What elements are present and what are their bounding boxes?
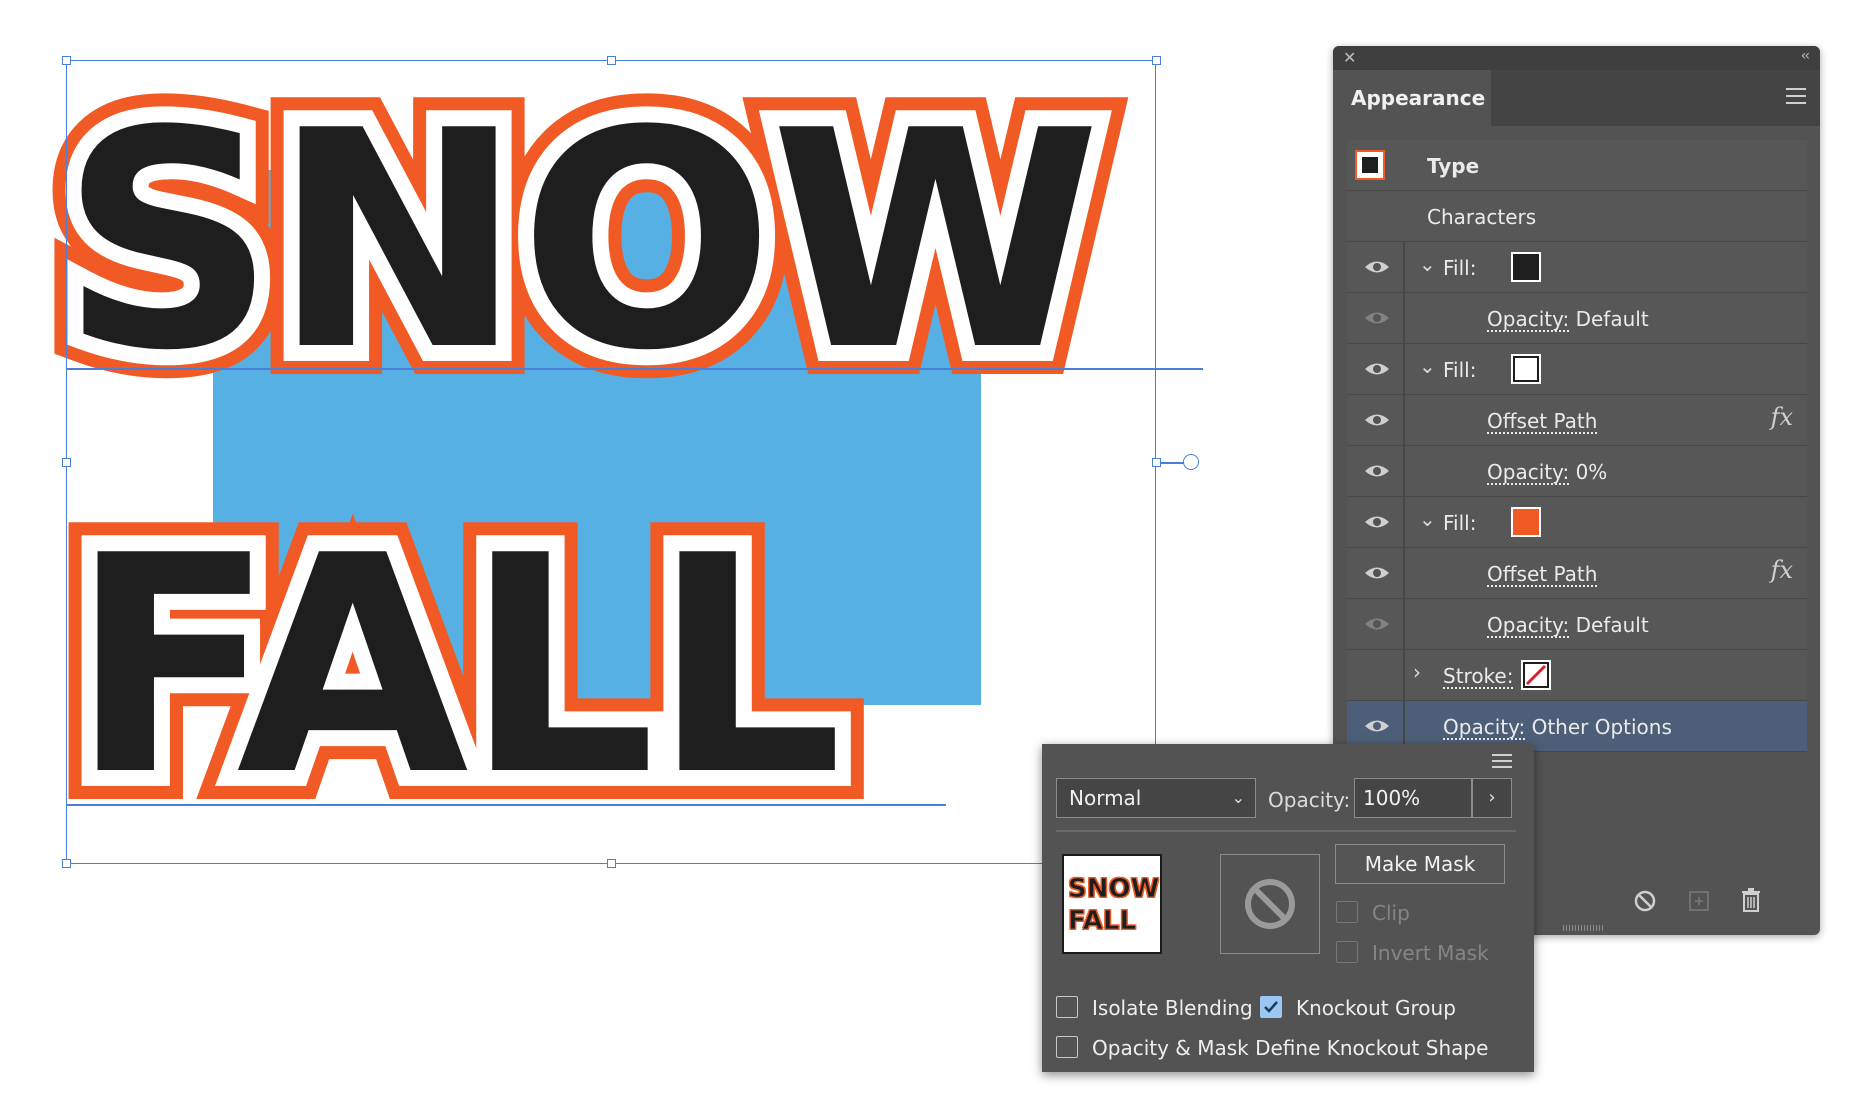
row-stroke[interactable]: › Stroke: [1347,650,1807,701]
type-thumbnail-icon [1355,150,1385,180]
isolate-blending-checkbox[interactable] [1056,996,1078,1018]
type-threads-out-port[interactable] [1183,454,1199,470]
tab-appearance[interactable]: Appearance [1333,70,1491,126]
transparency-popup-panel: Normal ⌄ Opacity: 100% › SNOW FALL Make … [1042,744,1534,1072]
clip-label: Clip [1372,901,1410,925]
chevron-down-icon[interactable]: ⌄ [1419,252,1436,276]
row-fill-black[interactable]: ⌄ Fill: [1347,242,1807,293]
row-offset-path-1[interactable]: Offset Path fx [1347,395,1807,446]
row-opacity-zero[interactable]: Opacity: 0% [1347,446,1807,497]
resize-handle-bottom-center[interactable] [607,859,616,868]
opacity-mask-thumbnail[interactable] [1220,854,1320,954]
panel-resize-grip[interactable] [1563,925,1603,931]
row-type[interactable]: Type [1347,140,1807,191]
offset-path-link[interactable]: Offset Path [1487,562,1597,586]
artwork-thumbnail[interactable]: SNOW FALL [1062,854,1162,954]
row-label: Fill: [1443,511,1477,535]
visibility-eye-icon[interactable] [1355,356,1399,382]
invert-mask-checkbox[interactable] [1336,941,1358,963]
appearance-attribute-list: Type Characters ⌄ Fill: Opacity: Default… [1347,140,1807,752]
selection-bounding-box [66,60,1156,864]
no-mask-icon [1245,879,1295,929]
delete-item-icon[interactable] [1739,887,1763,913]
resize-handle-middle-left[interactable] [62,458,71,467]
chevron-right-icon[interactable]: › [1413,660,1421,684]
row-opacity-default-2[interactable]: Opacity: Default [1347,599,1807,650]
collapse-panel-icon[interactable]: ‹‹ [1801,48,1810,64]
knockout-group-label: Knockout Group [1296,996,1456,1020]
row-label: Fill: [1443,358,1477,382]
resize-handle-top-right[interactable] [1152,56,1161,65]
resize-handle-top-left[interactable] [62,56,71,65]
knockout-group-checkbox[interactable] [1260,996,1282,1018]
stroke-link[interactable]: Stroke: [1443,664,1513,688]
row-label: Characters [1427,205,1537,229]
text-baseline-line2 [66,804,946,806]
fill-swatch-orange[interactable] [1511,507,1541,537]
fx-icon[interactable]: fx [1771,556,1793,584]
row-label: Opacity: Default [1487,613,1649,637]
opacity-mask-knockout-checkbox[interactable] [1056,1036,1078,1058]
text-baseline-line1 [66,368,1203,370]
panel-tab-bar: Appearance [1333,70,1820,126]
panel-menu-icon[interactable] [1786,88,1806,109]
row-offset-path-2[interactable]: Offset Path fx [1347,548,1807,599]
make-mask-button[interactable]: Make Mask [1335,844,1505,884]
checkmark-icon [1264,1001,1278,1013]
resize-handle-top-center[interactable] [607,56,616,65]
row-characters[interactable]: Characters [1347,191,1807,242]
fx-icon[interactable]: fx [1771,403,1793,431]
row-label: Type [1427,154,1480,178]
row-label: Opacity: Default [1487,307,1649,331]
duplicate-item-icon[interactable] [1687,889,1711,913]
row-fill-orange[interactable]: ⌄ Fill: [1347,497,1807,548]
visibility-eye-icon[interactable] [1355,611,1399,637]
row-label: Fill: [1443,256,1477,280]
opacity-slider-toggle-button[interactable]: › [1472,778,1512,818]
divider [1056,830,1516,832]
opacity-label: Opacity: [1268,788,1351,812]
offset-path-link[interactable]: Offset Path [1487,409,1597,433]
stroke-swatch-none[interactable] [1521,660,1551,690]
visibility-eye-icon[interactable] [1355,305,1399,331]
clear-appearance-icon[interactable] [1633,889,1657,913]
fill-swatch-black[interactable] [1511,252,1541,282]
visibility-eye-icon[interactable] [1355,509,1399,535]
opacity-input[interactable]: 100% [1354,778,1472,818]
panel-titlebar[interactable]: ✕ ‹‹ [1333,46,1820,70]
opacity-link[interactable]: Opacity: Other Options [1443,715,1672,739]
visibility-eye-icon[interactable] [1355,407,1399,433]
invert-mask-label: Invert Mask [1372,941,1489,965]
blend-mode-select[interactable]: Normal ⌄ [1056,778,1256,818]
row-label: Opacity: 0% [1487,460,1608,484]
fill-swatch-white[interactable] [1511,354,1541,384]
isolate-blending-label: Isolate Blending [1092,996,1253,1020]
chevron-down-icon[interactable]: ⌄ [1419,354,1436,378]
visibility-eye-icon[interactable] [1355,560,1399,586]
opacity-mask-knockout-label: Opacity & Mask Define Knockout Shape [1092,1036,1489,1060]
chevron-down-icon[interactable]: ⌄ [1419,507,1436,531]
visibility-eye-icon[interactable] [1355,458,1399,484]
clip-checkbox[interactable] [1336,901,1358,923]
panel-menu-icon[interactable] [1492,754,1512,772]
row-opacity-default-1[interactable]: Opacity: Default [1347,293,1807,344]
resize-handle-bottom-left[interactable] [62,859,71,868]
visibility-eye-icon[interactable] [1355,713,1399,739]
close-icon[interactable]: ✕ [1343,48,1356,67]
visibility-eye-icon[interactable] [1355,254,1399,280]
chevron-down-icon: ⌄ [1231,788,1245,807]
row-fill-white[interactable]: ⌄ Fill: [1347,344,1807,395]
